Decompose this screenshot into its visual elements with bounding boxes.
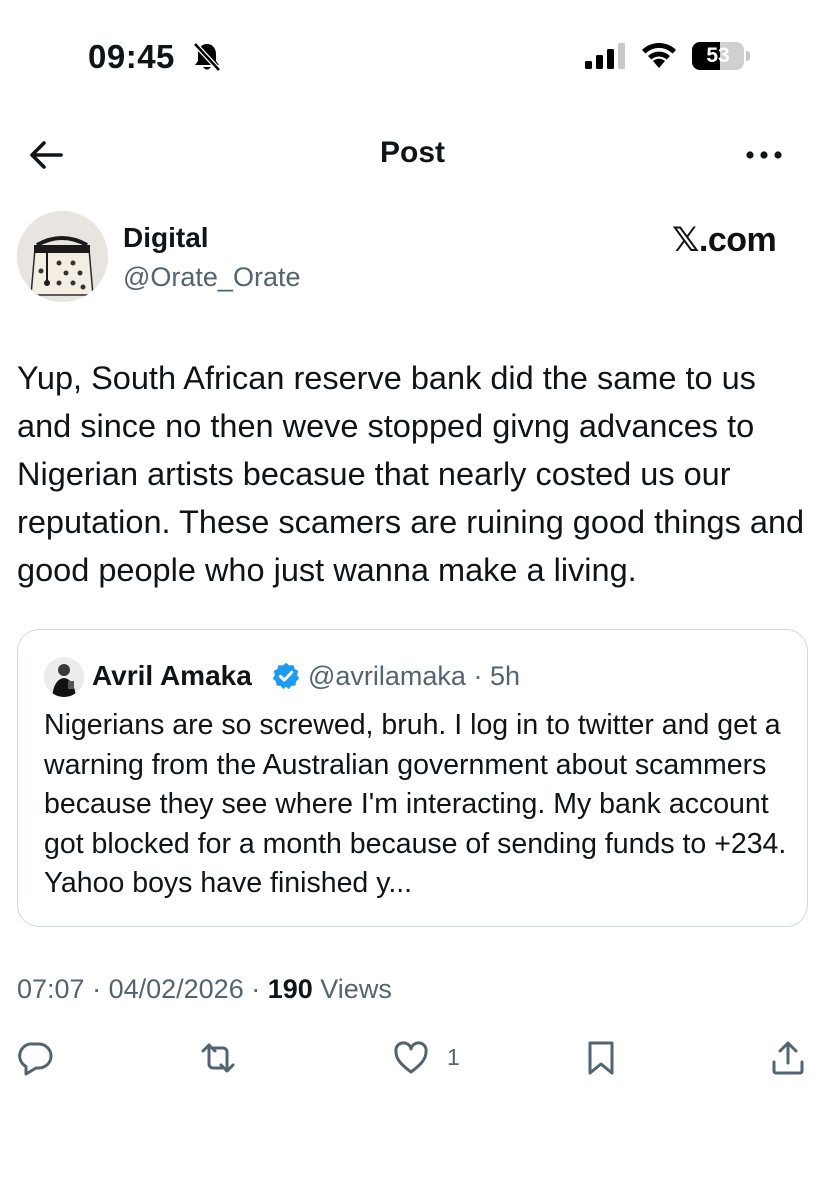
status-bar: 09:45 53 [0,0,825,110]
post-text: Yup, South African reserve bank did the … [17,360,805,588]
like-count: 1 [447,1044,460,1070]
post-meta: 07:07 · 04/02/2026 · 190 Views [17,974,392,1005]
repost-icon [201,1043,235,1073]
quoted-author-avatar[interactable] [44,657,84,697]
bookmark-icon [588,1041,614,1075]
battery-cap [746,51,750,61]
reply-button[interactable] [18,1040,54,1078]
like-icon [394,1041,428,1074]
quoted-handle-time: @avrilamaka · 5h [308,661,520,691]
page-title: Post [379,136,445,169]
handbag-image [17,211,108,302]
share-button[interactable] [770,1040,806,1078]
reply-icon [18,1042,53,1076]
battery-body: 53 [692,42,744,70]
like-button[interactable]: 1 [393,1040,473,1078]
post-time: 07:07 [17,974,85,1004]
views-label[interactable]: Views [313,974,392,1004]
author-name[interactable]: Digital [123,222,209,254]
wifi-icon [642,42,676,68]
battery-level: 53 [706,44,730,67]
more-icon[interactable] [744,148,784,162]
quoted-author-name[interactable]: Avril Amaka [92,660,252,692]
author-handle[interactable]: @Orate_Orate [123,262,300,293]
battery-indicator: 53 [692,42,750,70]
signal-icon [585,43,625,69]
person-image [44,657,84,697]
author-avatar[interactable] [17,211,108,302]
views-count: 190 [267,974,313,1004]
bell-slash-icon [193,42,221,72]
status-time: 09:45 [88,38,175,75]
repost-button[interactable] [200,1040,236,1078]
meta-separator: · [243,974,268,1004]
quoted-post-text: Nigerians are so screwed, bruh. I log in… [44,709,787,899]
meta-separator: · [84,974,109,1004]
quoted-post[interactable]: Avril Amaka @avrilamaka · 5h Nigerians a… [17,629,808,927]
verified-badge-icon [272,662,300,690]
post-date: 04/02/2026 [108,974,244,1004]
share-icon [772,1041,804,1075]
watermark: 𝕏.com [672,221,777,259]
bookmark-button[interactable] [583,1040,619,1078]
